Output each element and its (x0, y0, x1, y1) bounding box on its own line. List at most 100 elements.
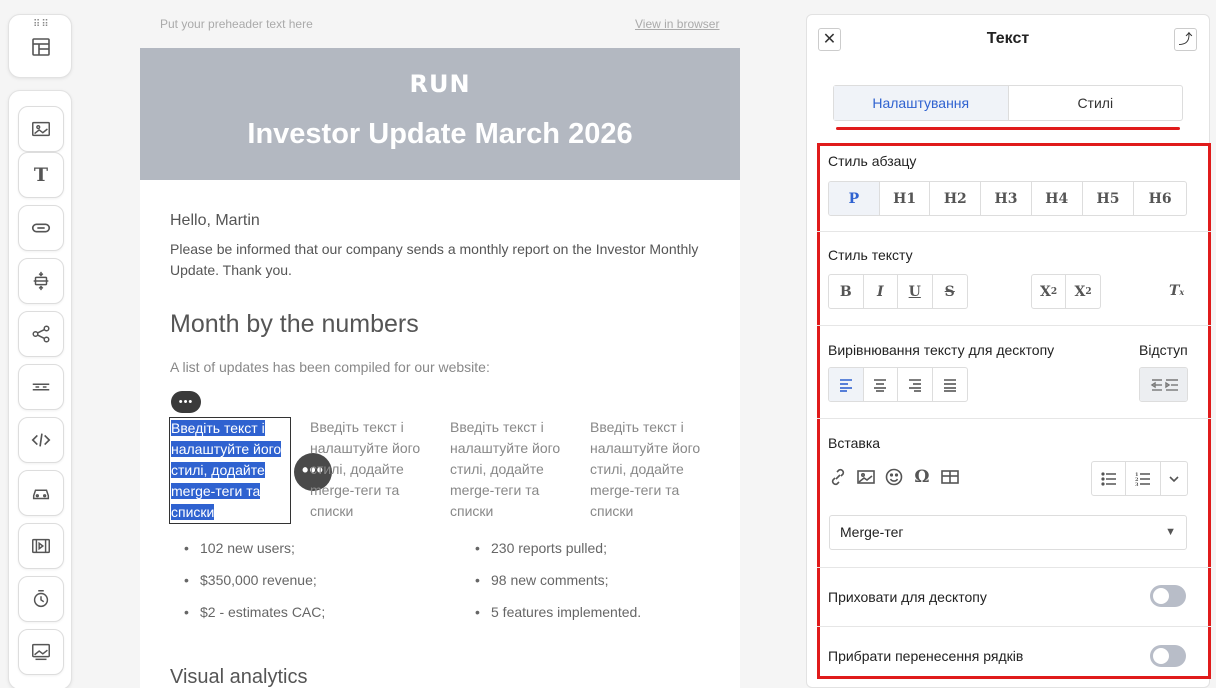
divider (817, 418, 1211, 419)
greeting-text[interactable]: Hello, Martin (170, 212, 260, 230)
divider-icon (32, 383, 50, 391)
share-icon (32, 325, 50, 343)
banner-block-button[interactable] (18, 629, 64, 675)
divider-block-button[interactable] (18, 364, 64, 410)
align-left-icon[interactable] (829, 368, 864, 401)
preheader-text[interactable]: Put your preheader text here (160, 17, 313, 31)
email-title: Investor Update March 2026 (247, 118, 633, 150)
style-h1-button[interactable]: H1 (880, 182, 931, 215)
remove-breaks-label: Прибрати перенесення рядків (828, 648, 1024, 664)
content-blocks-toolbar: T (8, 90, 72, 688)
social-block-button[interactable] (18, 311, 64, 357)
timer-block-button[interactable] (18, 576, 64, 622)
text-column-selected[interactable]: Введіть текст і налаштуйте його стилі, д… (169, 417, 291, 524)
divider (817, 626, 1211, 627)
style-h3-button[interactable]: H3 (981, 182, 1032, 215)
special-char-icon[interactable]: Ω (912, 467, 932, 487)
merge-tag-value: Merge-тег (840, 524, 904, 540)
product-block-button[interactable] (18, 470, 64, 516)
editor-root: ⠿⠿ T Put your preheader text here View i… (0, 0, 1216, 688)
code-icon (31, 433, 51, 447)
script-group: X2 X2 (1031, 274, 1101, 309)
remove-breaks-toggle[interactable] (1150, 645, 1186, 667)
video-block-button[interactable] (18, 523, 64, 569)
emoji-icon[interactable] (884, 467, 904, 487)
stats-list-left[interactable]: 102 new users; $350,000 revenue; $2 - es… (170, 538, 325, 634)
section-subtext[interactable]: A list of updates has been compiled for … (170, 359, 490, 375)
svg-text:3: 3 (1135, 482, 1139, 488)
panel-title: Текст (986, 30, 1030, 47)
hide-desktop-toggle[interactable] (1150, 585, 1186, 607)
list-item: 102 new users; (170, 538, 325, 570)
indent-group (1139, 367, 1188, 402)
divider (817, 567, 1211, 568)
tab-settings[interactable]: Налаштування (834, 86, 1009, 120)
clear-format-icon[interactable]: Tx (1169, 283, 1184, 299)
style-h5-button[interactable]: H5 (1083, 182, 1135, 215)
hero-banner[interactable]: RUN Investor Update March 2026 (140, 48, 740, 180)
text-icon: T (33, 164, 49, 186)
chevron-down-icon: ▼ (1165, 526, 1176, 538)
list-item: $2 - estimates CAC; (170, 602, 325, 634)
align-justify-icon[interactable] (933, 368, 967, 401)
divider (817, 325, 1211, 326)
video-icon (32, 538, 50, 554)
section-heading[interactable]: Month by the numbers (170, 310, 419, 339)
button-icon (31, 223, 51, 233)
insert-image-icon[interactable] (856, 467, 876, 487)
highlight-underline (836, 127, 1180, 130)
text-column[interactable]: Введіть текст і налаштуйте його стилі, д… (590, 417, 712, 522)
text-column[interactable]: Введіть текст і налаштуйте його стилі, д… (310, 417, 432, 522)
visual-analytics-heading[interactable]: Visual analytics (170, 666, 307, 688)
bullet-list-icon[interactable] (1092, 462, 1127, 495)
style-p-button[interactable]: P (829, 182, 880, 215)
panel-tabs: Налаштування Стилі (833, 85, 1183, 121)
drag-handle-icon[interactable]: ⠿⠿ (33, 19, 50, 30)
style-h6-button[interactable]: H6 (1134, 182, 1186, 215)
spacer-icon (33, 271, 49, 291)
numbered-list-icon[interactable]: 123 (1126, 462, 1161, 495)
selected-text[interactable]: Введіть текст і налаштуйте його стилі, д… (171, 420, 282, 520)
email-canvas: RUN Investor Update March 2026 Hello, Ma… (140, 48, 740, 688)
italic-button[interactable]: I (864, 275, 898, 308)
text-style-label: Стиль тексту (828, 247, 913, 263)
text-settings-panel: ✕ Текст ⤴ Налаштування Стилі Стиль абзац… (806, 14, 1211, 688)
superscript-icon[interactable]: X2 (1066, 275, 1100, 308)
indent-label: Відступ (1139, 342, 1188, 358)
brand-logo: RUN (409, 70, 471, 98)
underline-button[interactable]: U (898, 275, 933, 308)
text-block-button[interactable]: T (18, 152, 64, 198)
style-h4-button[interactable]: H4 (1032, 182, 1083, 215)
layout-blocks-icon (32, 38, 50, 56)
merge-tag-select[interactable]: Merge-тег ▼ (829, 515, 1187, 550)
align-label: Вирівнювання тексту для десктопу (828, 342, 1055, 358)
table-icon[interactable] (940, 467, 960, 487)
paragraph-style-group: P H1 H2 H3 H4 H5 H6 (828, 181, 1187, 216)
indent-icon[interactable] (1140, 368, 1187, 401)
html-block-button[interactable] (18, 417, 64, 463)
insert-label: Вставка (828, 435, 881, 451)
view-in-browser-link[interactable]: View in browser (635, 17, 719, 31)
align-center-icon[interactable] (864, 368, 898, 401)
text-style-group: B I U S (828, 274, 968, 309)
link-icon[interactable] (828, 467, 848, 487)
car-icon (32, 489, 50, 500)
tab-styles[interactable]: Стилі (1009, 86, 1183, 120)
style-h2-button[interactable]: H2 (930, 182, 982, 215)
chevron-down-icon[interactable] (1161, 462, 1187, 495)
spacer-block-button[interactable] (18, 258, 64, 304)
stats-list-right[interactable]: 230 reports pulled; 98 new comments; 5 f… (461, 538, 641, 634)
align-right-icon[interactable] (898, 368, 933, 401)
layout-panel-toggle[interactable]: ⠿⠿ (8, 14, 72, 78)
block-drag-handle[interactable]: ••• (171, 391, 201, 413)
bold-button[interactable]: B (829, 275, 864, 308)
button-block-button[interactable] (18, 205, 64, 251)
image-block-button[interactable] (18, 106, 64, 152)
text-column[interactable]: Введіть текст і налаштуйте його стилі, д… (450, 417, 572, 522)
subscript-icon[interactable]: X2 (1032, 275, 1067, 308)
list-item: 230 reports pulled; (461, 538, 641, 570)
strikethrough-button[interactable]: S (933, 275, 967, 308)
detach-panel-icon[interactable]: ⤴ (1174, 28, 1197, 51)
intro-text[interactable]: Please be informed that our company send… (170, 239, 710, 281)
align-group (828, 367, 968, 402)
